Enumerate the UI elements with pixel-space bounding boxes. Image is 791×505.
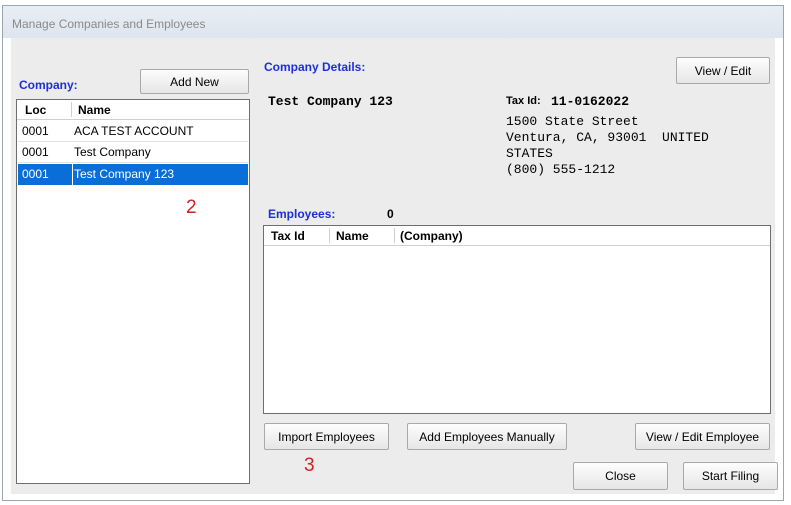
column-header-company[interactable]: (Company) <box>400 229 463 243</box>
employee-list-header: Tax Id Name (Company) <box>264 226 770 246</box>
address-line-2: Ventura, CA, 93001 UNITED <box>506 130 709 145</box>
annotation-number-2: 2 <box>186 197 197 218</box>
employee-list[interactable]: Tax Id Name (Company) <box>263 225 771 414</box>
column-header-name[interactable]: Name <box>78 103 111 117</box>
tax-id-value: 11-0162022 <box>551 94 630 109</box>
add-new-button[interactable]: Add New <box>140 69 249 94</box>
dialog-client-area: Company: Add New Loc Name 0001 ACA TEST … <box>11 38 778 494</box>
column-header-tax-id[interactable]: Tax Id <box>271 229 305 243</box>
column-divider <box>394 228 395 243</box>
column-header-loc[interactable]: Loc <box>25 103 46 117</box>
company-label: Company: <box>19 78 78 92</box>
close-button[interactable]: Close <box>573 462 668 490</box>
column-divider <box>329 228 330 243</box>
title-bar[interactable]: Manage Companies and Employees <box>3 6 783 38</box>
company-loc: 0001 <box>22 124 49 138</box>
employee-count: 0 <box>387 207 394 221</box>
company-row[interactable]: 0001 ACA TEST ACCOUNT <box>18 121 248 142</box>
column-divider <box>72 164 73 185</box>
company-row[interactable]: 0001 Test Company <box>18 142 248 163</box>
add-employees-manually-button[interactable]: Add Employees Manually <box>407 423 567 450</box>
tax-id-label: Tax Id: <box>506 95 541 107</box>
view-edit-company-button[interactable]: View / Edit <box>676 57 770 84</box>
company-name: Test Company <box>74 145 151 159</box>
employees-label: Employees: <box>268 207 336 221</box>
address-line-3: STATES <box>506 146 553 161</box>
address-line-1: 1500 State Street <box>506 114 639 129</box>
company-row-selected[interactable]: 0001 Test Company 123 <box>18 164 248 185</box>
company-loc: 0001 <box>22 145 49 159</box>
window-title: Manage Companies and Employees <box>12 17 206 31</box>
annotation-number-3: 3 <box>304 455 315 476</box>
company-name-display: Test Company 123 <box>268 94 393 109</box>
company-list[interactable]: Loc Name 0001 ACA TEST ACCOUNT 0001 Test… <box>16 99 250 484</box>
company-list-header: Loc Name <box>17 100 249 120</box>
column-divider <box>71 102 72 117</box>
start-filing-button[interactable]: Start Filing <box>683 462 778 490</box>
company-details-label: Company Details: <box>264 60 366 74</box>
phone-number: (800) 555-1212 <box>506 162 616 177</box>
company-name: ACA TEST ACCOUNT <box>74 124 194 138</box>
view-edit-employee-button[interactable]: View / Edit Employee <box>635 423 770 450</box>
manage-companies-window: Manage Companies and Employees Company: … <box>2 5 784 501</box>
company-loc: 0001 <box>22 167 49 181</box>
company-name: Test Company 123 <box>74 167 175 181</box>
column-header-employee-name[interactable]: Name <box>336 229 369 243</box>
import-employees-button[interactable]: Import Employees <box>264 423 389 450</box>
